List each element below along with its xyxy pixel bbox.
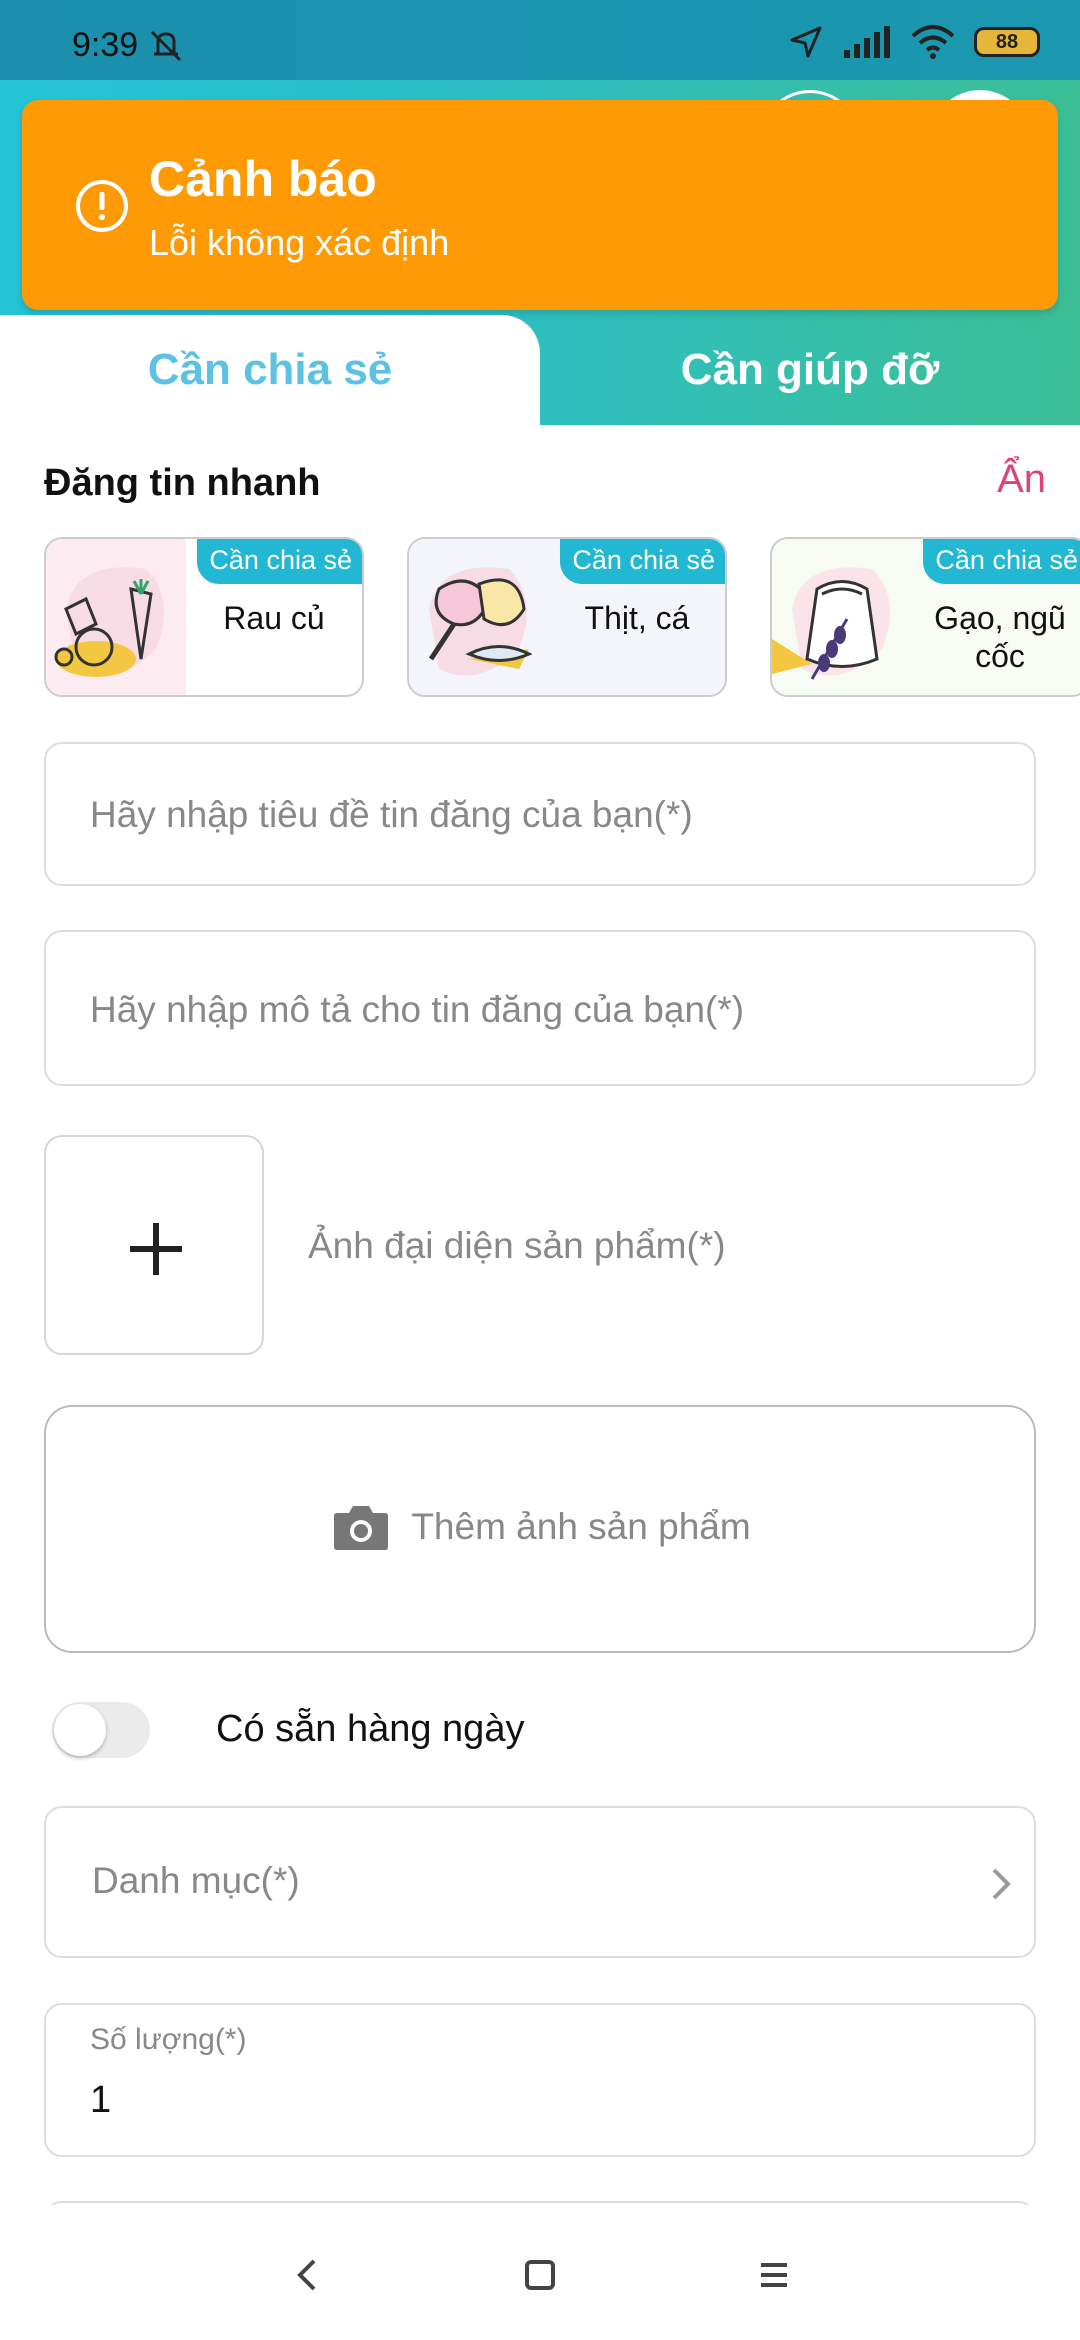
quantity-field[interactable]: Số lượng(*) 1 — [44, 2003, 1036, 2157]
rice-sack-illustration-icon — [772, 539, 912, 695]
home-icon[interactable] — [510, 2245, 570, 2305]
category-placeholder: Danh mục(*) — [92, 1860, 300, 1901]
tab-share[interactable]: Cần chia sẻ — [0, 315, 540, 425]
category-select[interactable]: Danh mục(*) — [44, 1806, 1036, 1958]
quick-card-rice-grains[interactable]: Cần chia sẻ Gạo, ngũ cốc — [770, 537, 1080, 697]
battery-indicator: 88 — [974, 27, 1040, 57]
alert-message: Lỗi không xác định — [149, 222, 450, 263]
quantity-value[interactable]: 1 — [90, 2079, 111, 2122]
add-photos-label: Thêm ảnh sản phẩm — [411, 1506, 751, 1547]
meat-fish-illustration-icon — [409, 539, 549, 695]
add-cover-photo-button[interactable] — [44, 1135, 264, 1355]
alert-title: Cảnh báo — [149, 151, 377, 207]
card-label: Rau củ — [223, 600, 325, 636]
daily-available-label: Có sẵn hàng ngày — [216, 1708, 525, 1750]
system-nav-bar — [0, 2205, 1080, 2340]
tab-share-label: Cần chia sẻ — [147, 345, 393, 394]
menu-icon[interactable] — [744, 2245, 804, 2305]
alert-toast[interactable]: Cảnh báo Lỗi không xác định — [22, 100, 1058, 310]
quick-card-vegetables[interactable]: Cần chia sẻ Rau củ — [44, 537, 364, 697]
cover-photo-label: Ảnh đại diện sản phẩm(*) — [308, 1225, 726, 1266]
quick-card-meat-fish[interactable]: Cần chia sẻ Thịt, cá — [407, 537, 727, 697]
card-badge: Cần chia sẻ — [923, 539, 1080, 584]
title-input[interactable]: Hãy nhập tiêu đề tin đăng của bạn(*) — [44, 742, 1036, 886]
card-label: Thịt, cá — [584, 600, 690, 636]
daily-available-toggle[interactable] — [52, 1702, 150, 1758]
card-badge: Cần chia sẻ — [560, 539, 725, 584]
bell-muted-icon — [150, 30, 182, 62]
description-placeholder: Hãy nhập mô tả cho tin đăng của bạn(*) — [90, 989, 745, 1030]
tab-need-help-label: Cần giúp đỡ — [680, 345, 940, 394]
title-placeholder: Hãy nhập tiêu đề tin đăng của bạn(*) — [90, 794, 693, 835]
toggle-knob — [54, 1704, 106, 1756]
vegetables-illustration-icon — [46, 539, 186, 695]
quantity-label: Số lượng(*) — [90, 2023, 247, 2056]
description-input[interactable]: Hãy nhập mô tả cho tin đăng của bạn(*) — [44, 930, 1036, 1086]
quick-post-cards: Cần chia sẻ Rau củ Cần chia sẻ Thịt, cá — [44, 537, 1080, 697]
plus-icon — [130, 1223, 182, 1275]
add-product-photos-button[interactable]: Thêm ảnh sản phẩm — [44, 1405, 1036, 1653]
status-bar: 9:39 88 — [0, 0, 1080, 80]
form-content[interactable]: Đăng tin nhanh Ẩn Cần chia sẻ Rau củ Cần… — [0, 425, 1080, 2205]
card-label: Gạo, ngũ cốc — [934, 600, 1066, 674]
card-badge: Cần chia sẻ — [197, 539, 362, 584]
hide-button[interactable]: Ẩn — [997, 457, 1046, 502]
quick-post-title: Đăng tin nhanh — [44, 462, 321, 504]
camera-icon — [334, 1506, 389, 1550]
status-time: 9:39 — [72, 26, 139, 64]
chevron-right-icon — [992, 1868, 1011, 1900]
location-arrow-icon — [790, 26, 822, 58]
wifi-icon — [911, 25, 955, 59]
signal-icon — [844, 26, 890, 58]
alert-circle-icon — [76, 180, 128, 232]
back-icon[interactable] — [278, 2245, 338, 2305]
tab-need-help[interactable]: Cần giúp đỡ — [540, 315, 1080, 425]
